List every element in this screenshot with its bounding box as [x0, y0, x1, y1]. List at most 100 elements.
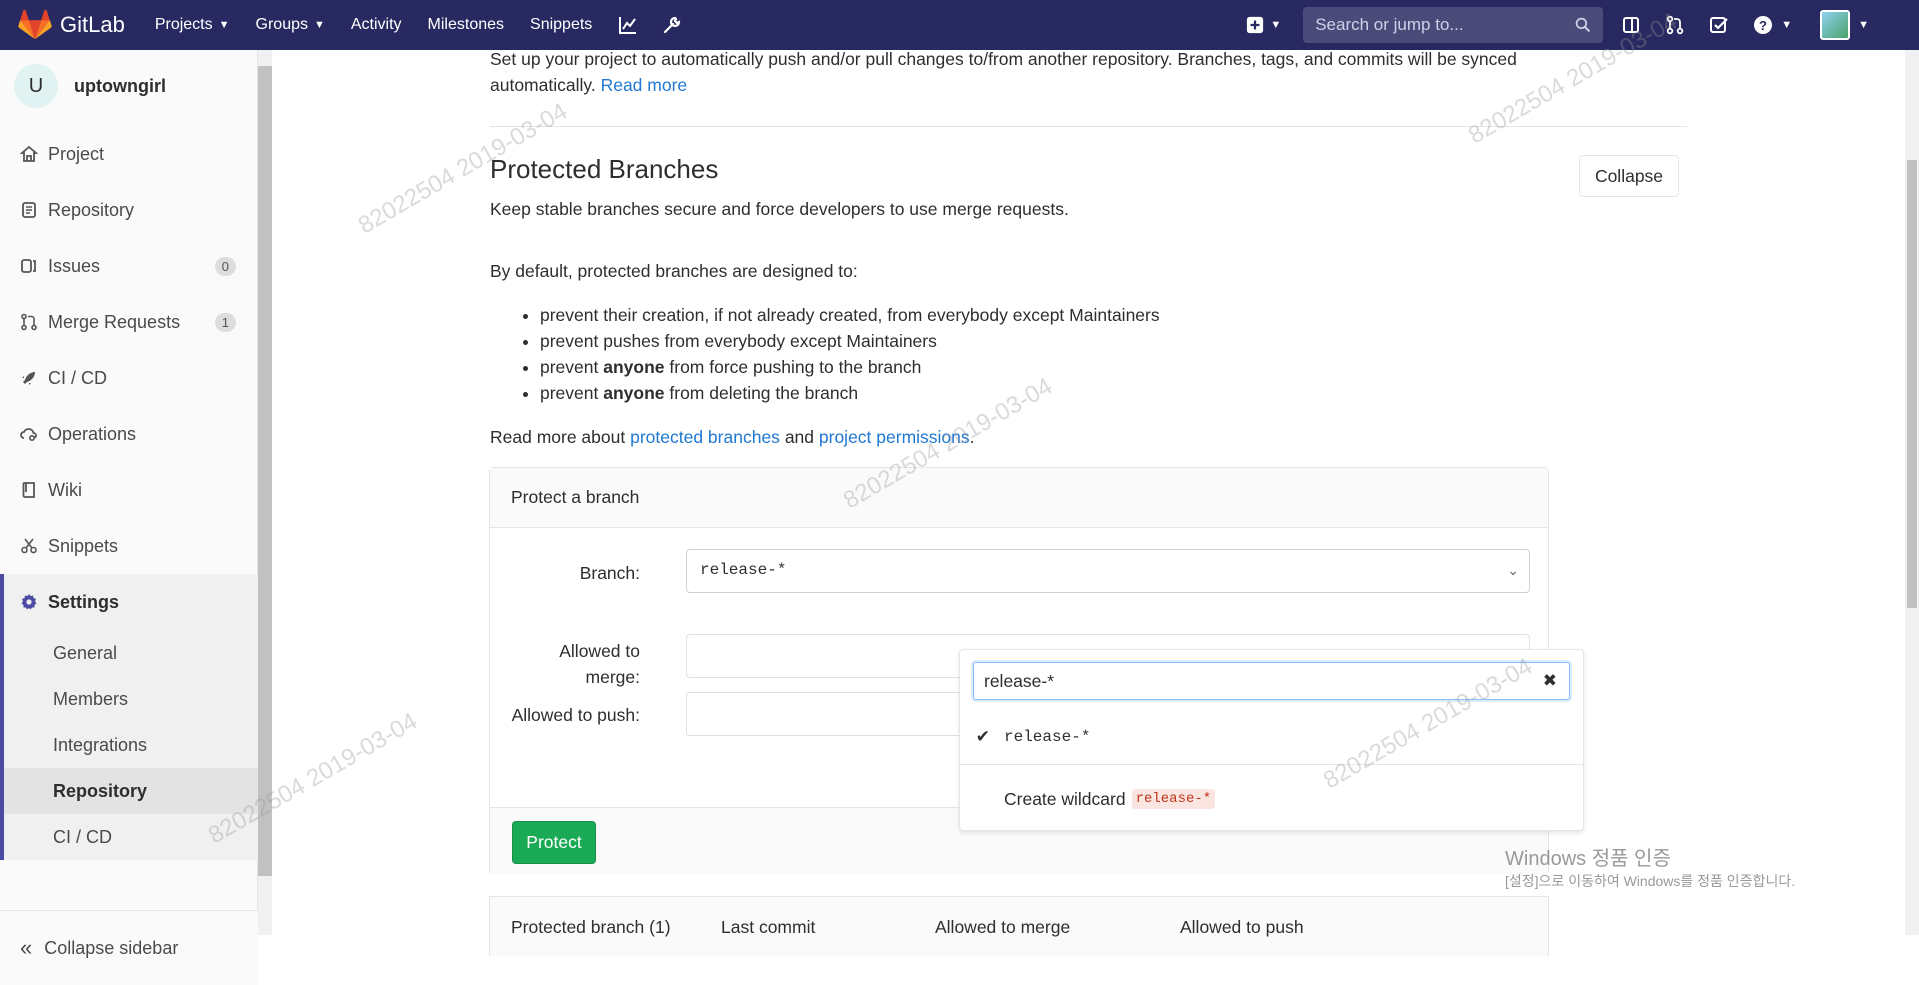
rule-item: prevent pushes from everybody except Mai… — [540, 328, 1160, 354]
home-icon — [20, 145, 38, 162]
sidebar-item-label: Settings — [48, 591, 120, 612]
main-content: Set up your project to automatically pus… — [273, 49, 1919, 956]
rocket-icon — [22, 372, 35, 385]
sidebar-item-project[interactable]: Project — [0, 126, 258, 182]
sidebar-scrollbar-thumb[interactable] — [258, 66, 272, 876]
sidebar-item-label: Repository — [48, 199, 135, 220]
page-scrollbar-thumb[interactable] — [1907, 160, 1917, 608]
gitlab-logo[interactable]: GitLab — [18, 10, 125, 40]
chart-icon[interactable] — [618, 15, 638, 35]
sidebar-item-label: Wiki — [48, 479, 82, 500]
default-intro: By default, protected branches are desig… — [490, 261, 858, 281]
nav-milestones[interactable]: Milestones — [428, 16, 504, 34]
new-dropdown-button[interactable]: ▼ — [1246, 16, 1281, 34]
sidebar-subitem-integrations[interactable]: Integrations — [0, 722, 258, 768]
sidebar-item-ci-cd[interactable]: CI / CD — [0, 350, 258, 406]
sidebar-item-merge-requests[interactable]: Merge Requests 1 — [0, 294, 258, 350]
branch-label: Branch: — [579, 563, 640, 583]
protected-branches-table-header: Protected branch (1) Last commit Allowed… — [489, 896, 1549, 956]
merge-requests-count-badge: 1 — [214, 312, 236, 332]
search-icon — [1575, 17, 1591, 33]
main-nav: Projects ▼ Groups ▼ Activity Milestones Sn… — [155, 15, 706, 35]
nav-groups-label: Groups — [255, 16, 308, 33]
book-icon — [22, 482, 35, 498]
sidebar-item-label: CI / CD — [48, 367, 108, 388]
sidebar-item-label: Snippets — [48, 535, 119, 556]
create-wildcard-label: Create wildcard — [1004, 788, 1126, 809]
nav-snippets-label: Snippets — [530, 16, 593, 33]
gitlab-tanuki-icon — [18, 10, 52, 40]
nav-groups[interactable]: Groups ▼ — [256, 16, 325, 34]
sidebar-subitem-general[interactable]: General — [0, 630, 258, 676]
rule-item: prevent anyone from force pushing to the… — [540, 354, 1160, 380]
svg-text:?: ? — [1759, 18, 1767, 33]
chevron-down-icon: ▼ — [313, 19, 325, 31]
branch-select[interactable]: release-* ⌄ — [686, 549, 1530, 593]
mirror-text: Set up your project to automatically pus… — [490, 49, 1517, 69]
chevron-down-icon[interactable]: ▼ — [1781, 19, 1792, 31]
sidebar-item-snippets[interactable]: Snippets — [0, 518, 258, 574]
nav-projects[interactable]: Projects ▼ — [155, 16, 230, 34]
sidebar-item-issues[interactable]: Issues 0 — [0, 238, 258, 294]
branch-select-value: release-* — [700, 561, 787, 579]
section-subtitle: Keep stable branches secure and force de… — [490, 199, 1069, 219]
nav-projects-label: Projects — [154, 16, 213, 33]
scissors-icon — [21, 538, 37, 554]
sidebar-subitem-label: General — [53, 642, 118, 663]
sidebar-subitem-label: Integrations — [53, 734, 148, 755]
dropdown-search-input[interactable] — [984, 671, 1524, 692]
section-title: Protected Branches — [490, 154, 719, 184]
panel-title: Protect a branch — [490, 468, 1548, 528]
sidebar-subitem-repository[interactable]: Repository — [0, 768, 258, 814]
sidebar-item-settings[interactable]: Settings — [0, 574, 258, 630]
collapse-sidebar-label: Collapse sidebar — [44, 937, 179, 958]
read-more-about: Read more about protected branches and p… — [490, 427, 975, 447]
help-icon[interactable]: ? — [1753, 15, 1773, 35]
sidebar-subitem-label: Members — [53, 688, 129, 709]
issues-icon — [21, 259, 36, 273]
sidebar-item-label: Issues — [48, 255, 101, 276]
user-avatar[interactable] — [1820, 10, 1851, 40]
protect-button[interactable]: Protect — [512, 821, 596, 864]
sidebar-project-header[interactable]: U uptowngirl — [0, 50, 257, 108]
rules-list: prevent their creation, if not already c… — [540, 302, 1160, 406]
nav-snippets[interactable]: Snippets — [530, 16, 592, 34]
sidebar-item-operations[interactable]: Operations — [0, 406, 258, 462]
create-wildcard-item[interactable]: Create wildcard release-* — [960, 782, 1583, 816]
cloud-gear-icon — [20, 428, 37, 442]
sidebar-subitem-label: Repository — [53, 780, 148, 801]
rule-item: prevent their creation, if not already c… — [540, 302, 1160, 328]
chevron-down-icon: ⌄ — [1507, 562, 1519, 578]
dropdown-divider — [960, 764, 1583, 765]
read-more-link[interactable]: Read more — [601, 75, 688, 95]
sidebar-item-repository[interactable]: Repository — [0, 182, 258, 238]
mirror-text-2: automatically. — [490, 75, 596, 95]
double-chevron-left-icon: « — [20, 935, 33, 960]
wrench-icon[interactable] — [662, 15, 682, 35]
search-box[interactable] — [1303, 7, 1604, 43]
nav-milestones-label: Milestones — [427, 16, 505, 33]
sidebar-subitem-label: CI / CD — [53, 826, 113, 847]
allowed-to-push-label: Allowed to push: — [511, 705, 640, 725]
collapse-sidebar-button[interactable]: « Collapse sidebar — [0, 910, 258, 985]
chevron-down-icon[interactable]: ▼ — [1858, 19, 1869, 31]
sidebar-item-label: Project — [48, 143, 105, 164]
right-nav: ▼ ? ▼ ▼ — [1246, 0, 1919, 50]
search-input[interactable] — [1315, 15, 1576, 35]
protected-branches-link[interactable]: protected branches — [630, 427, 780, 447]
windows-watermark-line2: [설정]으로 이동하여 Windows를 정품 인증합니다. — [1505, 873, 1796, 889]
dropdown-item-selected[interactable]: ✔ release-* — [960, 720, 1583, 754]
dropdown-item-label: release-* — [1004, 728, 1091, 746]
sidebar-item-wiki[interactable]: Wiki — [0, 462, 258, 518]
plus-square-icon — [1247, 16, 1264, 34]
collapse-button[interactable]: Collapse — [1579, 155, 1679, 197]
project-name: uptowngirl — [74, 75, 166, 96]
sidebar: U uptowngirl Project Repository Issues 0… — [0, 50, 258, 985]
nav-activity[interactable]: Activity — [351, 16, 402, 34]
sidebar-subitem-members[interactable]: Members — [0, 676, 258, 722]
rule-item: prevent anyone from deleting the branch — [540, 380, 1160, 406]
windows-activation-watermark: Windows 정품 인증 [설정]으로 이동하여 Windows를 정품 인증… — [1505, 842, 1795, 891]
gear-icon — [21, 594, 37, 610]
clear-icon[interactable]: ✖ — [1543, 671, 1557, 691]
todo-icon[interactable] — [1709, 15, 1729, 35]
